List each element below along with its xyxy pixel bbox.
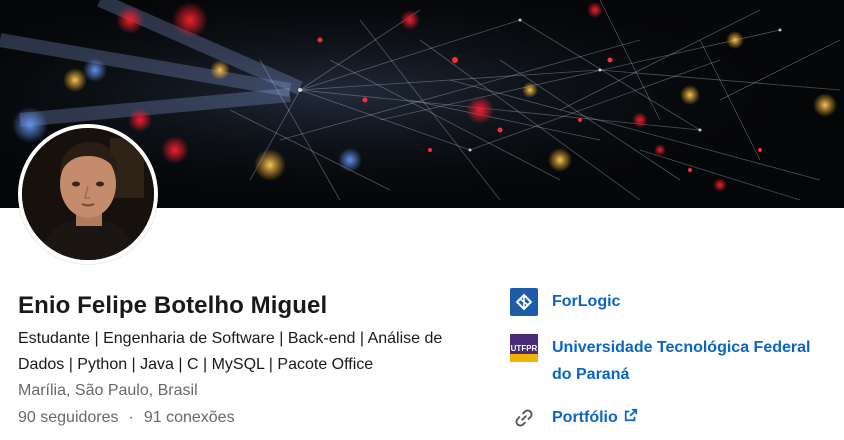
avatar-portrait (22, 128, 154, 260)
utfpr-logo-icon: UTFPR (510, 334, 538, 362)
company-name[interactable]: ForLogic (552, 288, 620, 315)
external-link-icon[interactable] (624, 404, 638, 431)
profile-photo[interactable] (18, 124, 158, 264)
portfolio-link[interactable]: Portfólio (510, 404, 638, 432)
link-icon (510, 404, 538, 432)
portfolio-label[interactable]: Portfólio (552, 404, 618, 431)
education-name-line1[interactable]: Universidade Tecnológica Federal (552, 334, 810, 361)
followers-count[interactable]: 90 seguidores (18, 409, 119, 426)
profile-location: Marília, São Paulo, Brasil (18, 382, 198, 399)
profile-headline: Estudante | Engenharia de Software | Bac… (18, 330, 443, 373)
utfpr-logo-text: UTFPR (511, 344, 538, 353)
profile-stats: 90 seguidores · 91 conexões (18, 409, 235, 427)
education-name-line2[interactable]: do Paraná (552, 361, 810, 388)
connections-count[interactable]: 91 conexões (144, 409, 235, 426)
company-link[interactable]: ForLogic (510, 288, 620, 316)
forlogic-logo-icon (510, 288, 538, 316)
profile-name: Enio Felipe Botelho Miguel (18, 292, 328, 319)
stats-separator: · (128, 409, 134, 426)
education-link[interactable]: UTFPR Universidade Tecnológica Federal d… (510, 334, 810, 388)
